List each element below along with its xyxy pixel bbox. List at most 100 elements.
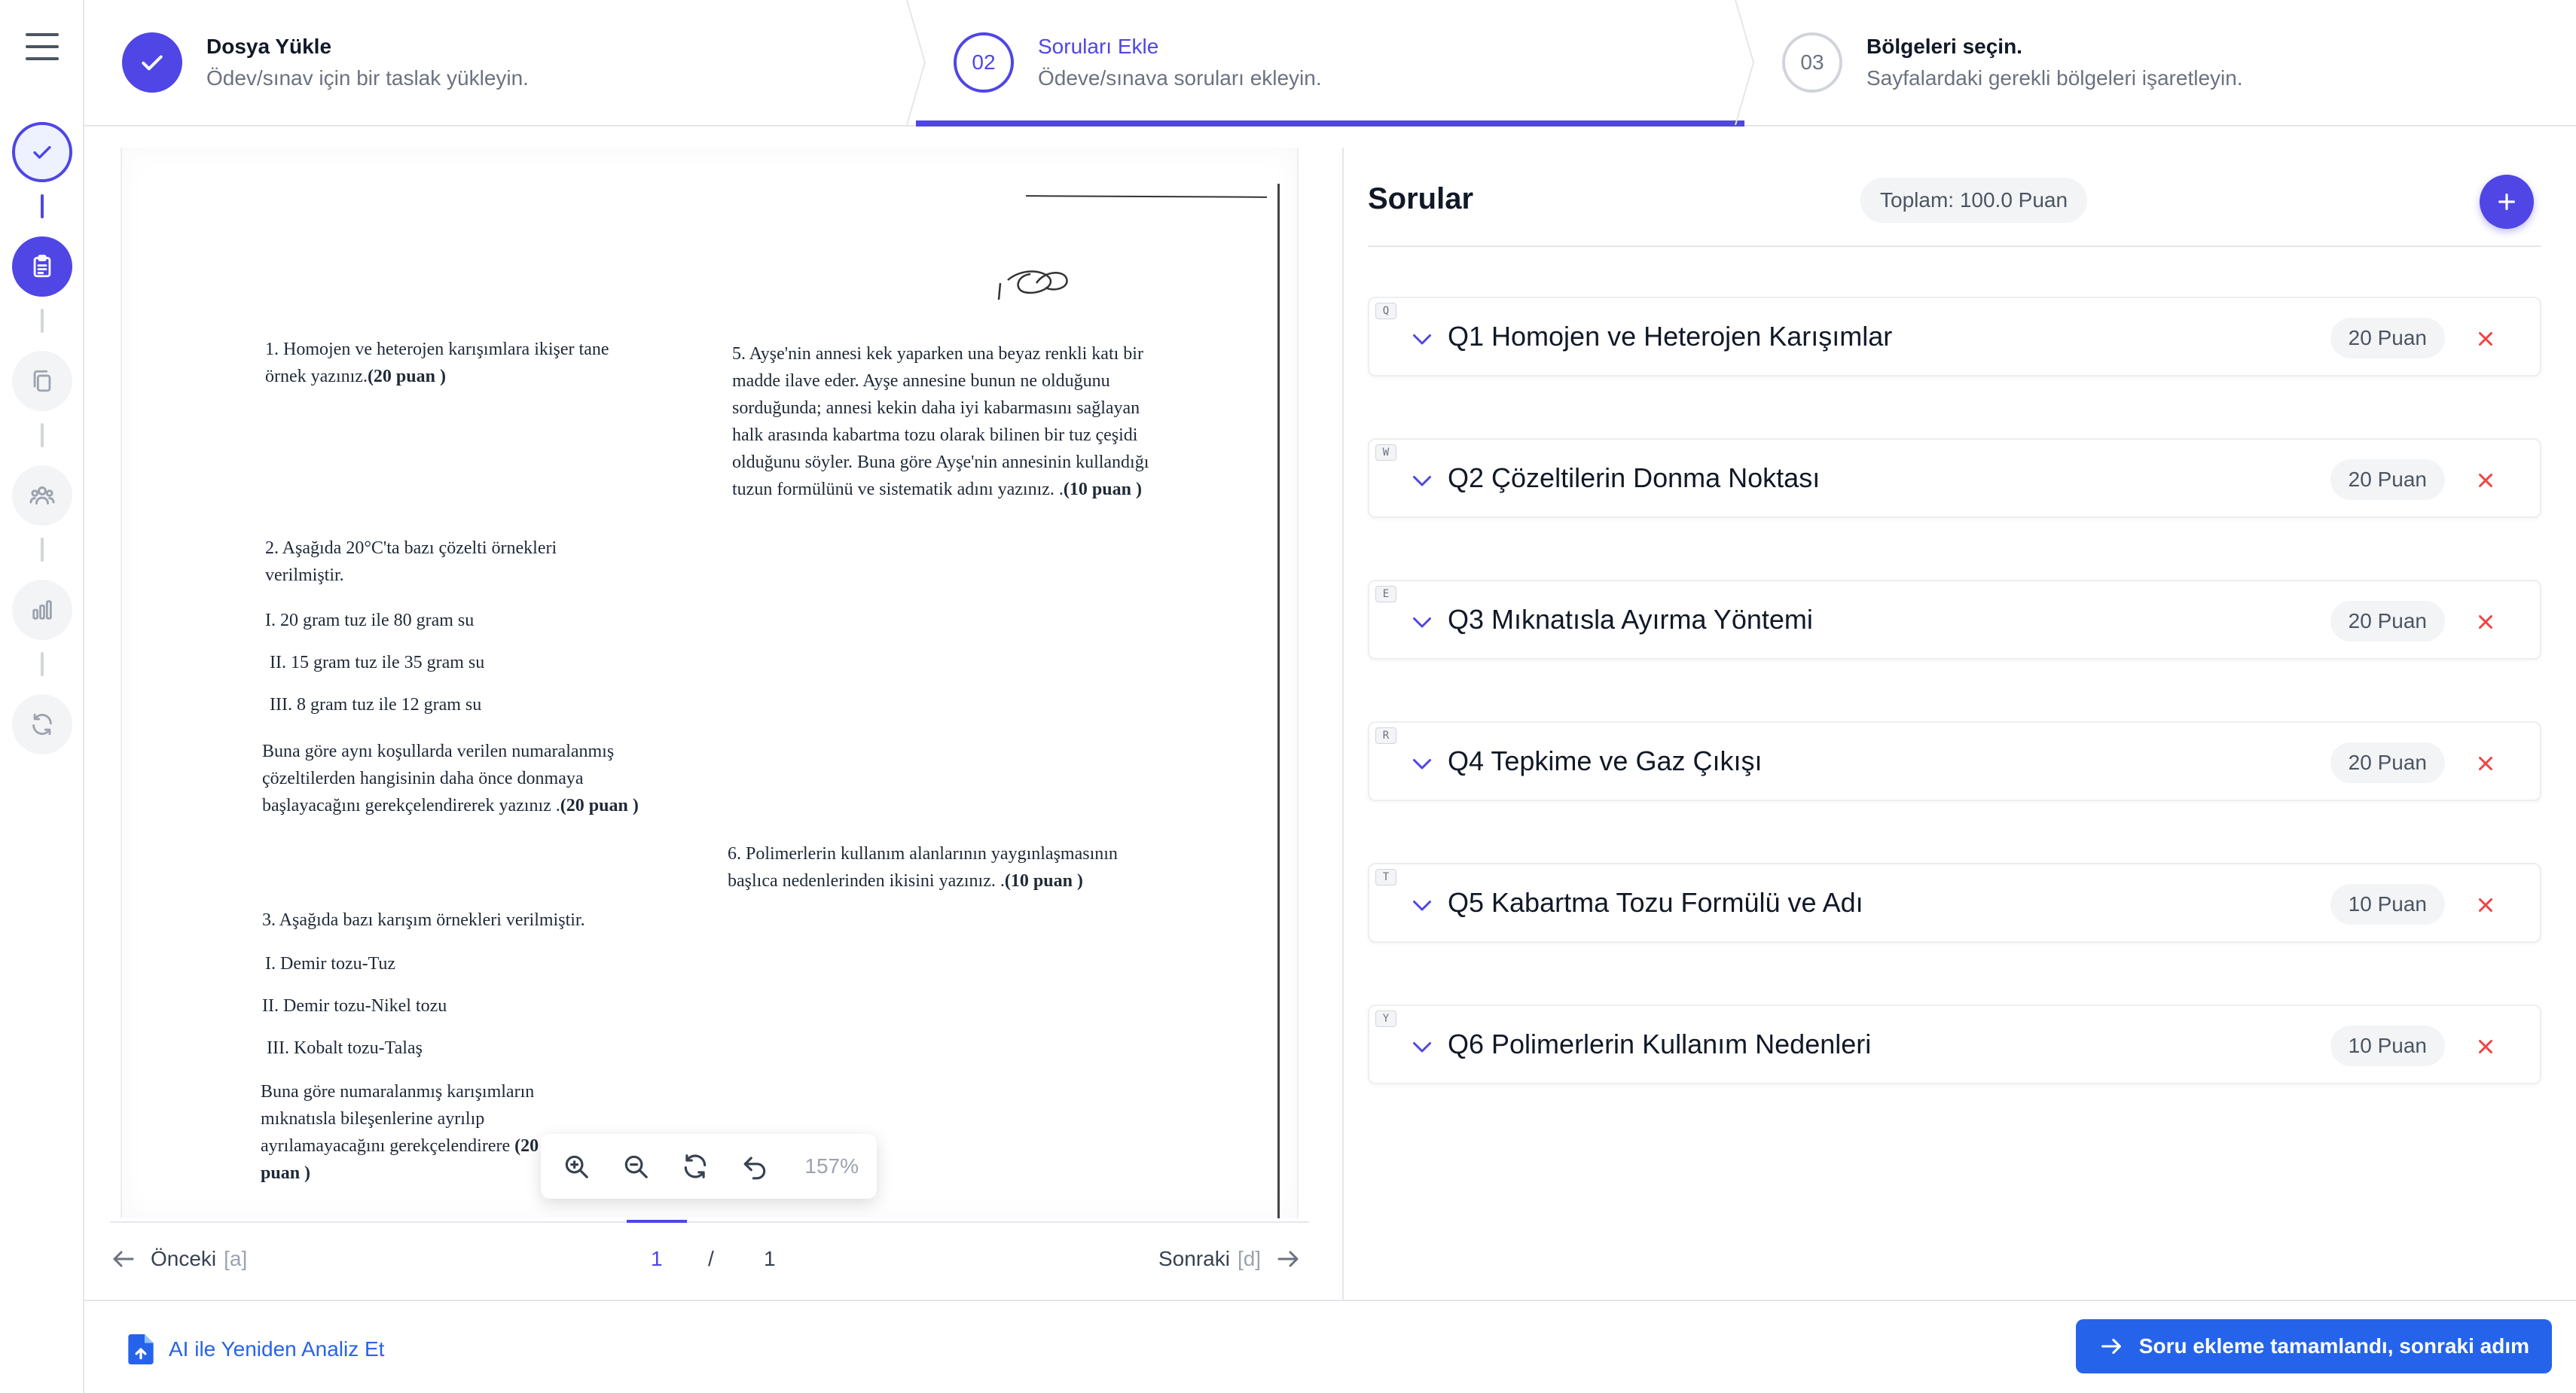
step-upload[interactable]: Dosya Yükle Ödev/sınav için bir taslak y… (84, 0, 916, 125)
total-points-badge: Toplam: 100.0 Puan (1860, 178, 2088, 223)
ai-reanalyze-button[interactable]: AI ile Yeniden Analiz Et (128, 1334, 384, 1364)
arrow-right-icon (1277, 1251, 1299, 1267)
next-step-label: Soru ekleme tamamlandı, sonraki adım (2138, 1334, 2529, 1358)
shortcut-key: W (1375, 444, 1396, 461)
step-upload-nav[interactable] (12, 122, 72, 182)
doc-question-2-item: I. 20 gram tuz ile 80 gram su (265, 611, 475, 630)
zoom-in-button[interactable] (559, 1149, 593, 1184)
zoom-in-icon (565, 1155, 588, 1178)
question-points-badge: 10 Puan (2330, 884, 2445, 925)
question-points-badge: 20 Puan (2330, 318, 2445, 358)
zoom-out-button[interactable] (618, 1149, 652, 1184)
close-icon (2479, 1040, 2492, 1053)
close-icon (2479, 898, 2492, 912)
bar-chart-icon (32, 600, 52, 620)
users-icon (29, 486, 55, 504)
question-card[interactable]: E Q3 Mıknatısla Ayırma Yöntemi 20 Puan (1368, 580, 2541, 660)
clipboard-icon (33, 255, 51, 278)
current-page: 1 (651, 1247, 663, 1270)
add-question-button[interactable] (2480, 175, 2534, 229)
refresh-icon (32, 713, 52, 736)
handwritten-score (997, 270, 1068, 300)
doc-question-text: 5. Ayşe'nin annesi kek yaparken una beya… (732, 344, 1149, 499)
doc-question-points: (10 puan ) (1063, 480, 1142, 499)
step-results-nav[interactable] (12, 580, 72, 640)
step-regions-nav[interactable] (12, 351, 72, 411)
chevron-down-icon[interactable] (1409, 467, 1436, 494)
next-step-button[interactable]: Soru ekleme tamamlandı, sonraki adım (2075, 1319, 2552, 1373)
close-icon (2479, 757, 2492, 770)
delete-question-button[interactable] (2471, 465, 2501, 495)
next-page-button[interactable]: Sonraki [d] (1158, 1245, 1302, 1273)
arrow-right-icon (2101, 1338, 2121, 1355)
questions-title: Sorular (1368, 182, 1474, 215)
chevron-down-icon[interactable] (1409, 325, 1436, 352)
delete-question-button[interactable] (2471, 748, 2501, 779)
zoom-level: 157% (804, 1154, 859, 1178)
chevron-down-icon[interactable] (1409, 892, 1436, 919)
step-3-badge: 03 (1782, 32, 1842, 93)
undo-icon (743, 1157, 766, 1180)
doc-question-1: 1. Homojen ve heterojen karışımlara ikiş… (265, 336, 642, 390)
doc-question-points: (10 puan ) (1004, 871, 1083, 891)
shortcut-key: E (1375, 586, 1396, 602)
menu-icon[interactable] (26, 33, 59, 60)
close-icon (2479, 332, 2492, 346)
doc-question-3-item: III. Kobalt tozu-Talaş (267, 1038, 423, 1058)
copy-icon (33, 370, 51, 392)
previous-page-button[interactable]: Önceki [a] (110, 1245, 247, 1273)
question-card[interactable]: W Q2 Çözeltilerin Donma Noktası 20 Puan (1368, 438, 2541, 518)
doc-question-2-prompt: Buna göre aynı koşullarda verilen numara… (262, 738, 639, 819)
doc-question-points: (20 puan ) (367, 367, 446, 386)
step-1-badge (122, 32, 182, 93)
doc-question-5: 5. Ayşe'nin annesi kek yaparken una beya… (732, 340, 1154, 503)
document-viewer[interactable]: 1. Homojen ve heterojen karışımlara ikiş… (110, 148, 1309, 1220)
question-title: Q1 Homojen ve Heterojen Karışımlar (1448, 321, 1893, 352)
check-icon (142, 55, 163, 71)
pager-track (110, 1221, 1309, 1223)
step-subtitle: Sayfalardaki gerekli bölgeleri işaretley… (1866, 66, 2243, 90)
question-points-badge: 20 Puan (2330, 742, 2445, 783)
active-step-indicator (916, 120, 1744, 126)
left-rail (0, 0, 84, 1393)
question-card[interactable]: R Q4 Tepkime ve Gaz Çıkışı 20 Puan (1368, 721, 2541, 801)
doc-question-2-intro: 2. Aşağıda 20°C'ta bazı çözelti örnekler… (265, 538, 557, 585)
previous-label: Önceki (151, 1247, 217, 1270)
step-title: Soruları Ekle (1038, 35, 1159, 58)
step-subtitle: Ödev/sınav için bir taslak yükleyin. (206, 66, 529, 90)
step-regions[interactable]: 03 Bölgeleri seçin. Sayfalardaki gerekli… (1744, 0, 2576, 125)
step-sync-nav[interactable] (12, 694, 72, 754)
rail-connector (41, 538, 44, 562)
step-questions[interactable]: 02 Soruları Ekle Ödeve/sınava soruları e… (916, 0, 1744, 126)
question-card[interactable]: Q Q1 Homojen ve Heterojen Karışımlar 20 … (1368, 297, 2541, 376)
question-card[interactable]: T Q5 Kabartma Tozu Formülü ve Adı 10 Pua… (1368, 863, 2541, 943)
file-upload-icon (128, 1334, 154, 1364)
ai-reanalyze-label: AI ile Yeniden Analiz Et (169, 1337, 385, 1361)
chevron-down-icon[interactable] (1409, 608, 1436, 636)
close-icon (2479, 615, 2492, 629)
rail-connector (41, 652, 44, 676)
delete-question-button[interactable] (2471, 890, 2501, 920)
step-students-nav[interactable] (12, 465, 72, 526)
chevron-down-icon[interactable] (1409, 1033, 1436, 1060)
stepper: Dosya Yükle Ödev/sınav için bir taslak y… (84, 0, 2576, 126)
delete-question-button[interactable] (2471, 1032, 2501, 1062)
rotate-button[interactable] (678, 1149, 712, 1184)
question-title: Q5 Kabartma Tozu Formülü ve Adı (1448, 887, 1863, 918)
pager-indicator (627, 1220, 687, 1223)
questions-panel: Sorular Toplam: 100.0 Puan Q Q1 Homojen … (1368, 148, 2541, 1084)
arrow-left-icon (113, 1251, 134, 1267)
doc-question-3-prompt: Buna göre numaralanmış karışımların mıkn… (261, 1078, 577, 1187)
chevron-down-icon[interactable] (1409, 750, 1436, 777)
zoom-toolbar: 157% (541, 1134, 877, 1199)
rail-connector (41, 423, 44, 447)
undo-button[interactable] (737, 1149, 771, 1184)
delete-question-button[interactable] (2471, 324, 2501, 354)
doc-question-3-intro: 3. Aşağıda bazı karışım örnekleri verilm… (262, 910, 585, 930)
step-questions-nav[interactable] (12, 236, 72, 297)
delete-question-button[interactable] (2471, 607, 2501, 637)
question-title: Q4 Tepkime ve Gaz Çıkışı (1448, 745, 1763, 776)
question-card[interactable]: Y Q6 Polimerlerin Kullanım Nedenleri 10 … (1368, 1004, 2541, 1084)
step-2-badge: 02 (954, 32, 1014, 93)
rotate-icon (684, 1154, 706, 1178)
